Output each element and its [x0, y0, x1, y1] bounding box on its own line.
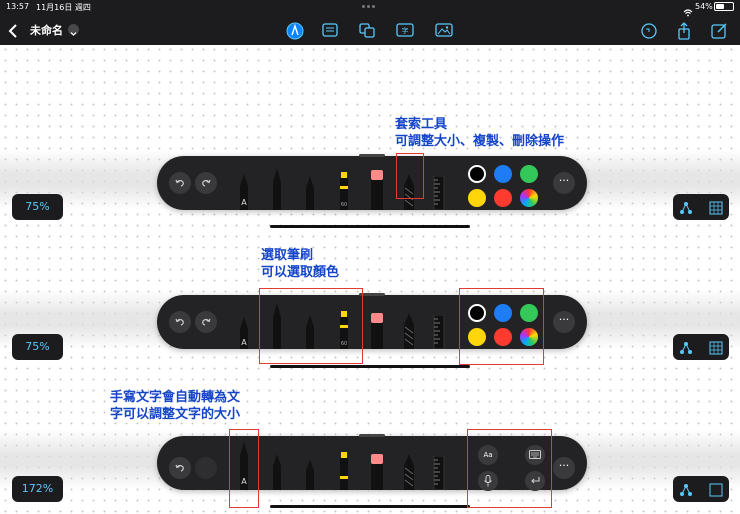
svg-text:A: A: [241, 338, 247, 347]
svg-text:A: A: [241, 198, 247, 207]
ruler-tool[interactable]: [433, 455, 445, 491]
media-icon[interactable]: [434, 22, 453, 38]
undo-icon: [175, 318, 184, 326]
pen-tool[interactable]: [270, 454, 284, 490]
square-icon[interactable]: [709, 482, 723, 501]
annotation-lasso-line1: 套索工具: [395, 117, 448, 132]
redo-icon: [202, 318, 211, 326]
redo-icon: [202, 179, 211, 187]
eraser-tool[interactable]: [369, 454, 385, 490]
document-title[interactable]: 未命名: [30, 22, 63, 38]
highlight-lasso: [396, 153, 424, 199]
highlight-brushes: [259, 288, 363, 364]
top-bar: 13:57 11月16日 週四 54% 未命名 字: [0, 0, 740, 45]
shapes-icon[interactable]: [358, 22, 376, 38]
compose-icon[interactable]: [710, 22, 728, 39]
swatch-color-picker[interactable]: [520, 189, 538, 207]
tool-palette-1: A 60 ···: [157, 154, 587, 211]
undo-button[interactable]: [169, 311, 191, 333]
pen-tool[interactable]: [270, 168, 284, 210]
redo-button[interactable]: [195, 457, 217, 479]
svg-text:字: 字: [402, 26, 409, 35]
palette-handle[interactable]: [359, 434, 385, 437]
handwriting-pen-tool[interactable]: A: [237, 317, 251, 349]
home-indicator-2: [270, 365, 470, 368]
highlight-handwriting-pen: [229, 429, 259, 508]
side-controls-3: [673, 476, 729, 502]
undo-button[interactable]: [169, 457, 191, 479]
eraser-tool[interactable]: [369, 170, 385, 210]
side-controls-1: [673, 194, 729, 220]
lasso-tool[interactable]: [402, 313, 416, 349]
multitask-handle[interactable]: [362, 5, 378, 8]
annotation-lasso: 套索工具 可調整大小、複製、刪除操作: [395, 116, 564, 150]
redo-button[interactable]: [195, 311, 217, 333]
undo-icon: [175, 464, 184, 472]
marker-tool[interactable]: 60: [337, 172, 351, 210]
annotation-handwriting-line1: 手寫文字會自動轉為文: [110, 390, 241, 405]
undo-button[interactable]: [169, 172, 191, 194]
eraser-tool[interactable]: [369, 313, 385, 349]
home-indicator-1: [270, 225, 470, 228]
swatch-blue[interactable]: [494, 165, 512, 183]
swatch-black[interactable]: [468, 165, 486, 183]
monoline-tool[interactable]: [303, 460, 317, 490]
zoom-level-badge-1[interactable]: 75%: [12, 194, 63, 220]
more-button[interactable]: ···: [553, 457, 575, 479]
connection-icon[interactable]: [679, 340, 693, 359]
handwriting-pen-tool[interactable]: A: [237, 174, 251, 210]
wifi-icon: [683, 2, 693, 21]
connection-icon[interactable]: [679, 200, 693, 219]
svg-text:60: 60: [341, 202, 347, 208]
undo-history-icon[interactable]: [640, 22, 658, 39]
undo-icon: [175, 179, 184, 187]
annotation-brush: 選取筆刷 可以選取顏色: [261, 247, 339, 281]
side-controls-2: [673, 334, 729, 360]
text-box-icon[interactable]: [321, 22, 339, 38]
annotation-brush-line2: 可以選取顏色: [261, 265, 340, 280]
text-icon[interactable]: 字: [396, 22, 414, 38]
highlight-colors: [459, 288, 544, 365]
status-time: 13:57: [6, 2, 30, 11]
connection-icon[interactable]: [679, 482, 693, 501]
chevron-down-icon[interactable]: [68, 24, 79, 36]
back-chevron-icon[interactable]: [8, 23, 18, 42]
redo-button[interactable]: [195, 172, 217, 194]
annotation-brush-line1: 選取筆刷: [261, 248, 314, 263]
annotation-handwriting: 手寫文字會自動轉為文 字可以調整文字的大小: [110, 389, 240, 423]
annotation-handwriting-line2: 字可以調整文字的大小: [110, 407, 241, 422]
swatch-green[interactable]: [520, 165, 538, 183]
more-button[interactable]: ···: [553, 311, 575, 333]
grid-icon[interactable]: [709, 200, 723, 219]
swatch-yellow[interactable]: [468, 189, 486, 207]
swatch-red[interactable]: [494, 189, 512, 207]
grid-icon[interactable]: [709, 340, 723, 359]
lasso-tool[interactable]: [402, 454, 416, 490]
more-button[interactable]: ···: [553, 172, 575, 194]
ruler-tool[interactable]: [433, 175, 445, 211]
share-icon[interactable]: [675, 22, 693, 40]
status-date: 11月16日 週四: [36, 3, 91, 12]
home-indicator-3: [270, 505, 470, 508]
marker-tool[interactable]: [337, 452, 351, 490]
battery-percent: 54%: [695, 2, 713, 11]
zoom-level-badge-3[interactable]: 172%: [12, 476, 63, 502]
palette-handle[interactable]: [359, 154, 385, 157]
markup-pen-icon[interactable]: [286, 22, 304, 40]
monoline-tool[interactable]: [303, 176, 317, 210]
annotation-lasso-line2: 可調整大小、複製、刪除操作: [395, 134, 565, 149]
zoom-level-badge-2[interactable]: 75%: [12, 334, 63, 360]
ruler-tool[interactable]: [433, 314, 445, 350]
highlight-handwriting-controls: [467, 429, 552, 508]
battery-icon: [714, 2, 734, 11]
